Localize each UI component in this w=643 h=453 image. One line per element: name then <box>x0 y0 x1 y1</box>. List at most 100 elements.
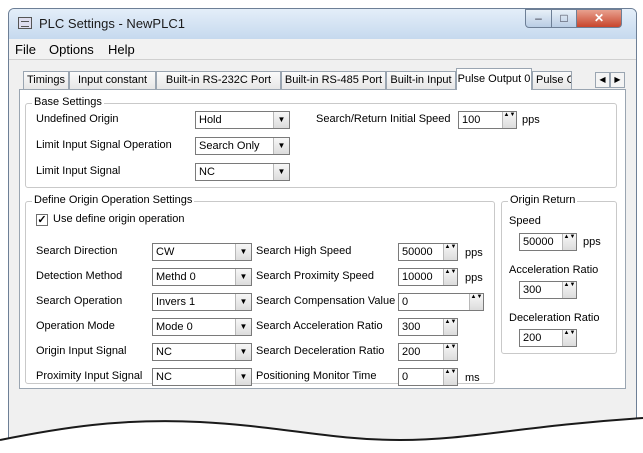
use-define-origin-checkbox[interactable]: ✓ <box>36 214 48 226</box>
chevron-down-icon: ▼ <box>235 319 251 335</box>
search-direction-label: Search Direction <box>36 245 118 257</box>
menu-help[interactable]: Help <box>108 42 135 57</box>
detection-method-label: Detection Method <box>36 270 123 282</box>
search-direction-select[interactable]: CW ▼ <box>152 243 252 261</box>
limit-operation-label: Limit Input Signal Operation <box>36 139 172 151</box>
menu-options[interactable]: Options <box>49 42 94 57</box>
search-operation-label: Search Operation <box>36 295 123 307</box>
proximity-speed-input[interactable]: 10000 ▲▼ <box>398 268 458 286</box>
limit-operation-value: Search Only <box>199 140 260 152</box>
chevron-down-icon: ▼ <box>273 138 289 154</box>
return-accel-label: Acceleration Ratio <box>509 264 599 276</box>
tab-rs485[interactable]: Built-in RS-485 Port <box>281 71 386 89</box>
tab-timings[interactable]: Timings <box>23 71 69 89</box>
undefined-origin-label: Undefined Origin <box>36 113 119 125</box>
decel-ratio-input[interactable]: 200 ▲▼ <box>398 343 458 361</box>
spin-icon[interactable]: ▲▼ <box>562 234 576 250</box>
origin-return-title: Origin Return <box>508 194 578 206</box>
window-title: PLC Settings - NewPLC1 <box>39 16 185 31</box>
spin-icon[interactable]: ▲▼ <box>443 369 457 385</box>
initial-speed-input[interactable]: 100 ▲▼ <box>458 111 517 129</box>
define-origin-group: Define Origin Operation Settings ✓ Use d… <box>25 194 495 386</box>
maximize-button[interactable]: □ <box>551 9 577 28</box>
spin-icon[interactable]: ▲▼ <box>502 112 516 128</box>
return-decel-label: Deceleration Ratio <box>509 312 600 324</box>
search-direction-value: CW <box>156 246 175 258</box>
initial-speed-value: 100 <box>462 114 481 126</box>
tab-rs232c[interactable]: Built-in RS-232C Port <box>156 71 281 89</box>
return-decel-value: 200 <box>523 332 542 344</box>
close-button[interactable]: ✕ <box>576 9 622 28</box>
chevron-down-icon: ▼ <box>273 164 289 180</box>
proximity-speed-label: Search Proximity Speed <box>256 270 374 282</box>
return-speed-input[interactable]: 50000 ▲▼ <box>519 233 577 251</box>
chevron-down-icon: ▼ <box>235 369 251 385</box>
compensation-value: 0 <box>402 296 409 308</box>
search-operation-select[interactable]: Invers 1 ▼ <box>152 293 252 311</box>
monitor-time-value: 0 <box>402 371 409 383</box>
compensation-label: Search Compensation Value <box>256 295 396 307</box>
pulse-output-panel: Base Settings Undefined Origin Hold ▼ Li… <box>19 89 626 389</box>
return-accel-value: 300 <box>523 284 542 296</box>
tab-pulse-output-1[interactable]: Pulse O <box>532 71 572 89</box>
define-origin-title: Define Origin Operation Settings <box>32 194 195 206</box>
base-settings-group: Base Settings Undefined Origin Hold ▼ Li… <box>25 96 617 188</box>
limit-signal-value: NC <box>199 166 215 178</box>
operation-mode-label: Operation Mode <box>36 320 115 332</box>
proximity-speed-value: 10000 <box>402 271 433 283</box>
app-icon <box>18 17 32 29</box>
accel-ratio-input[interactable]: 300 ▲▼ <box>398 318 458 336</box>
use-define-origin-label: Use define origin operation <box>53 213 185 225</box>
origin-signal-label: Origin Input Signal <box>36 345 127 357</box>
monitor-time-label: Positioning Monitor Time <box>256 370 377 382</box>
spin-icon[interactable]: ▲▼ <box>443 319 457 335</box>
monitor-time-input[interactable]: 0 ▲▼ <box>398 368 458 386</box>
high-speed-label: Search High Speed <box>256 245 352 257</box>
return-speed-label: Speed <box>509 215 541 227</box>
chevron-down-icon: ▼ <box>235 244 251 260</box>
detection-method-select[interactable]: Methd 0 ▼ <box>152 268 252 286</box>
tab-input-constant[interactable]: Input constant <box>69 71 156 89</box>
monitor-time-unit: ms <box>465 372 480 384</box>
torn-edge-decoration <box>0 417 643 453</box>
accel-ratio-value: 300 <box>402 321 421 333</box>
decel-ratio-value: 200 <box>402 346 421 358</box>
origin-signal-select[interactable]: NC ▼ <box>152 343 252 361</box>
spin-icon[interactable]: ▲▼ <box>562 330 576 346</box>
limit-signal-select[interactable]: NC ▼ <box>195 163 290 181</box>
undefined-origin-value: Hold <box>199 114 222 126</box>
return-accel-input[interactable]: 300 ▲▼ <box>519 281 577 299</box>
menu-file[interactable]: File <box>15 42 36 57</box>
minimize-button[interactable]: – <box>525 9 552 28</box>
initial-speed-unit: pps <box>522 114 540 126</box>
spin-icon[interactable]: ▲▼ <box>443 244 457 260</box>
operation-mode-select[interactable]: Mode 0 ▼ <box>152 318 252 336</box>
proximity-speed-unit: pps <box>465 272 483 284</box>
title-bar[interactable]: PLC Settings - NewPLC1 – □ ✕ <box>9 9 636 39</box>
proximity-signal-select[interactable]: NC ▼ <box>152 368 252 386</box>
origin-signal-value: NC <box>156 346 172 358</box>
proximity-signal-label: Proximity Input Signal <box>36 370 143 382</box>
undefined-origin-select[interactable]: Hold ▼ <box>195 111 290 129</box>
tab-scroll-right-icon[interactable]: ▶ <box>610 72 625 88</box>
limit-operation-select[interactable]: Search Only ▼ <box>195 137 290 155</box>
tab-pulse-output-0[interactable]: Pulse Output 0 <box>456 68 532 90</box>
menu-bar: File Options Help <box>9 39 636 60</box>
decel-ratio-label: Search Deceleration Ratio <box>256 345 385 357</box>
high-speed-value: 50000 <box>402 246 433 258</box>
tab-scroll-left-icon[interactable]: ◀ <box>595 72 610 88</box>
initial-speed-label: Search/Return Initial Speed <box>316 113 451 125</box>
return-speed-unit: pps <box>583 236 601 248</box>
high-speed-input[interactable]: 50000 ▲▼ <box>398 243 458 261</box>
return-speed-value: 50000 <box>523 236 554 248</box>
search-operation-value: Invers 1 <box>156 296 196 308</box>
spin-icon[interactable]: ▲▼ <box>469 294 483 310</box>
spin-icon[interactable]: ▲▼ <box>443 344 457 360</box>
tab-builtin-input[interactable]: Built-in Input <box>386 71 456 89</box>
spin-icon[interactable]: ▲▼ <box>562 282 576 298</box>
chevron-down-icon: ▼ <box>235 344 251 360</box>
return-decel-input[interactable]: 200 ▲▼ <box>519 329 577 347</box>
chevron-down-icon: ▼ <box>235 269 251 285</box>
spin-icon[interactable]: ▲▼ <box>443 269 457 285</box>
compensation-input[interactable]: 0 ▲▼ <box>398 293 484 311</box>
